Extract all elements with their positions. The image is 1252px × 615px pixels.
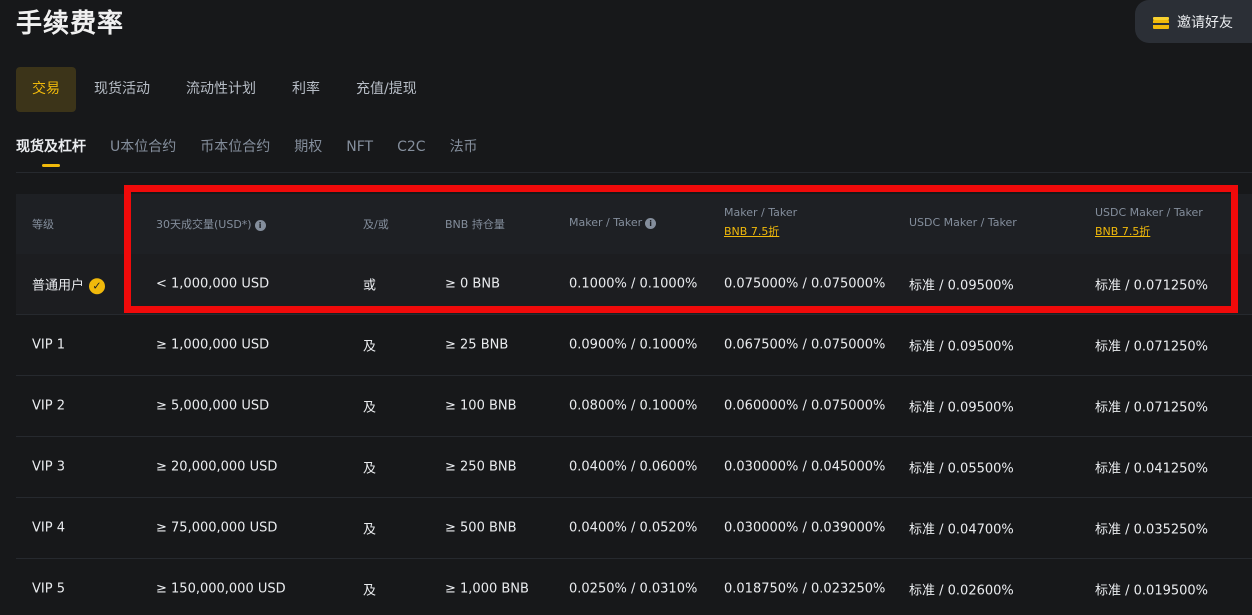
subtab-spot-margin-label: 现货及杠杆 [16, 139, 86, 155]
header-bnb-holding: BNB 持仓量 [445, 218, 505, 231]
row-and-or: 及 [363, 583, 377, 599]
row-usdc: 标准 / 0.09500% [909, 278, 1014, 294]
row-maker-taker: 0.0400% / 0.0520% [569, 520, 698, 536]
row-usdc-bnb: 标准 / 0.019500% [1095, 583, 1209, 599]
page-title: 手续费率 [16, 9, 125, 39]
fee-rate-page: 手续费率 邀请好友 交易 现货活动 流动性计划 利率 充值/提现 现货及杠杆 U… [0, 0, 1252, 615]
row-and-or: 及 [363, 400, 377, 416]
header-maker-taker-label: Maker / Taker [569, 216, 643, 229]
row-volume: ≥ 20,000,000 USD [156, 459, 278, 475]
table-row: VIP 4 ≥ 75,000,000 USD 及 ≥ 500 BNB 0.040… [16, 498, 1252, 559]
row-bnb: ≥ 25 BNB [445, 337, 509, 353]
row-bnb: ≥ 500 BNB [445, 520, 517, 536]
table-row: 普通用户 ✓ < 1,000,000 USD 或 ≥ 0 BNB 0.1000% … [16, 254, 1252, 315]
row-maker-taker-bnb: 0.030000% / 0.039000% [724, 520, 886, 536]
info-icon[interactable]: i [254, 219, 266, 231]
gift-icon [1153, 15, 1169, 29]
row-maker-taker: 0.0800% / 0.1000% [569, 398, 698, 414]
row-and-or: 及 [363, 522, 377, 538]
row-volume: ≥ 75,000,000 USD [156, 520, 278, 536]
header-and-or: 及/或 [363, 218, 389, 231]
row-usdc-bnb: 标准 / 0.071250% [1095, 400, 1209, 416]
row-bnb: ≥ 100 BNB [445, 398, 517, 414]
subtab-usdm-futures[interactable]: U本位合约 [110, 136, 176, 170]
header-level: 等级 [32, 218, 54, 231]
tab-trade[interactable]: 交易 [16, 67, 76, 112]
header-volume: 30天成交量(USD*) i [156, 216, 266, 232]
tab-interest-rate[interactable]: 利率 [274, 67, 338, 112]
row-usdc: 标准 / 0.05500% [909, 461, 1014, 477]
subtab-spot-margin[interactable]: 现货及杠杆 [16, 136, 86, 170]
row-volume: ≥ 1,000,000 USD [156, 337, 270, 353]
tabs-divider [16, 172, 1252, 173]
header-maker-taker-bnb: Maker / Taker BNB 7.5折 [724, 206, 797, 239]
table-header: 等级 30天成交量(USD*) i 及/或 BNB 持仓量 Maker / Tak… [16, 194, 1252, 254]
tab-spot-activity[interactable]: 现货活动 [76, 67, 168, 112]
row-bnb: ≥ 250 BNB [445, 459, 517, 475]
row-usdc: 标准 / 0.02600% [909, 583, 1014, 599]
row-and-or: 及 [363, 461, 377, 477]
active-tab-indicator [42, 164, 60, 167]
subtab-nft[interactable]: NFT [346, 136, 373, 170]
table-row: VIP 3 ≥ 20,000,000 USD 及 ≥ 250 BNB 0.040… [16, 437, 1252, 498]
row-usdc-bnb: 标准 / 0.035250% [1095, 522, 1209, 538]
row-level: VIP 5 [32, 581, 65, 597]
row-volume: ≥ 5,000,000 USD [156, 398, 270, 414]
row-maker-taker: 0.0900% / 0.1000% [569, 337, 698, 353]
bnb-discount-link[interactable]: BNB 7.5折 [724, 223, 797, 239]
header-maker-taker-bnb-label: Maker / Taker [724, 206, 798, 219]
subtab-coinm-futures[interactable]: 币本位合约 [200, 136, 270, 170]
header-usdc-maker-taker: USDC Maker / Taker [909, 216, 1017, 229]
row-usdc: 标准 / 0.09500% [909, 339, 1014, 355]
main-tabs: 交易 现货活动 流动性计划 利率 充值/提现 [16, 67, 435, 112]
row-level: VIP 4 [32, 520, 65, 536]
row-maker-taker-bnb: 0.067500% / 0.075000% [724, 337, 886, 353]
subtab-options[interactable]: 期权 [294, 136, 322, 170]
row-maker-taker: 0.0250% / 0.0310% [569, 581, 698, 597]
row-maker-taker: 0.1000% / 0.1000% [569, 276, 698, 292]
tab-liquidity-program[interactable]: 流动性计划 [168, 67, 274, 112]
row-and-or: 或 [363, 278, 377, 294]
header-maker-taker: Maker / Taker i [569, 216, 657, 229]
row-maker-taker-bnb: 0.075000% / 0.075000% [724, 276, 886, 292]
fee-table: 等级 30天成交量(USD*) i 及/或 BNB 持仓量 Maker / Tak… [16, 194, 1252, 615]
row-usdc: 标准 / 0.04700% [909, 522, 1014, 538]
table-row: VIP 5 ≥ 150,000,000 USD 及 ≥ 1,000 BNB 0.… [16, 559, 1252, 615]
row-volume: < 1,000,000 USD [156, 276, 270, 292]
info-icon[interactable]: i [645, 217, 657, 229]
row-bnb: ≥ 0 BNB [445, 276, 500, 292]
verified-check-icon: ✓ [89, 277, 106, 294]
table-row: VIP 2 ≥ 5,000,000 USD 及 ≥ 100 BNB 0.0800… [16, 376, 1252, 437]
row-level-label: 普通用户 [32, 278, 85, 294]
sub-tabs: 现货及杠杆 U本位合约 币本位合约 期权 NFT C2C 法币 [16, 136, 502, 170]
bnb-discount-link[interactable]: BNB 7.5折 [1095, 223, 1203, 239]
tab-deposit-withdraw[interactable]: 充值/提现 [338, 67, 435, 112]
row-maker-taker: 0.0400% / 0.0600% [569, 459, 698, 475]
row-maker-taker-bnb: 0.060000% / 0.075000% [724, 398, 886, 414]
row-level: VIP 2 [32, 398, 65, 414]
invite-friends-label: 邀请好友 [1177, 14, 1233, 31]
header-usdc-maker-taker-bnb-label: USDC Maker / Taker [1095, 206, 1203, 219]
row-maker-taker-bnb: 0.030000% / 0.045000% [724, 459, 886, 475]
table-row: VIP 1 ≥ 1,000,000 USD 及 ≥ 25 BNB 0.0900%… [16, 315, 1252, 376]
header-volume-label: 30天成交量(USD*) [156, 218, 252, 231]
subtab-c2c[interactable]: C2C [397, 136, 425, 170]
header-usdc-maker-taker-bnb: USDC Maker / Taker BNB 7.5折 [1095, 206, 1203, 239]
row-level: VIP 3 [32, 459, 65, 475]
subtab-fiat[interactable]: 法币 [450, 136, 478, 170]
row-usdc-bnb: 标准 / 0.041250% [1095, 461, 1209, 477]
row-maker-taker-bnb: 0.018750% / 0.023250% [724, 581, 886, 597]
row-volume: ≥ 150,000,000 USD [156, 581, 286, 597]
row-usdc: 标准 / 0.09500% [909, 400, 1014, 416]
row-bnb: ≥ 1,000 BNB [445, 581, 529, 597]
row-and-or: 及 [363, 339, 377, 355]
row-level: 普通用户 ✓ [32, 274, 106, 294]
row-usdc-bnb: 标准 / 0.071250% [1095, 339, 1209, 355]
invite-friends-button[interactable]: 邀请好友 [1135, 0, 1252, 43]
row-usdc-bnb: 标准 / 0.071250% [1095, 278, 1209, 294]
row-level: VIP 1 [32, 337, 65, 353]
